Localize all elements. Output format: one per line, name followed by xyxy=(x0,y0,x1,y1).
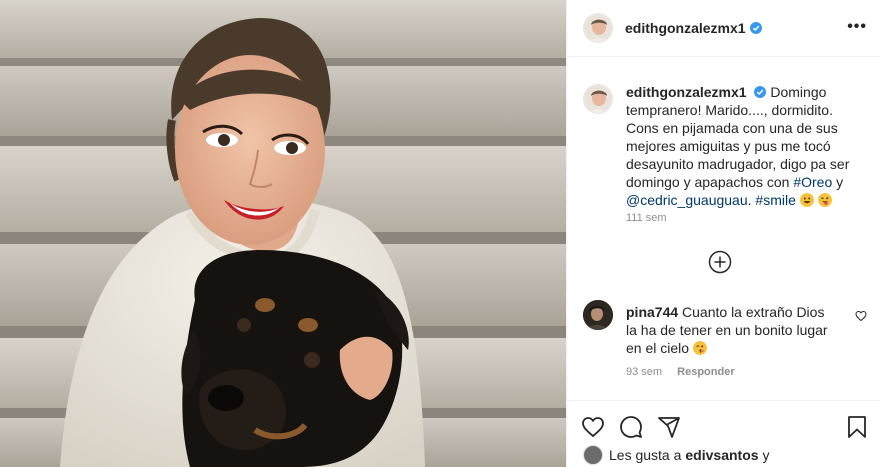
kissing-emoji-icon xyxy=(692,341,707,355)
verified-badge-icon xyxy=(749,22,762,34)
more-options-icon[interactable]: ••• xyxy=(847,18,867,36)
likes-prefix: Les gusta a xyxy=(609,447,682,463)
plus-circle-icon[interactable] xyxy=(708,250,732,274)
author-avatar[interactable] xyxy=(583,13,613,43)
post-header: edithgonzalezmx1 ••• xyxy=(567,0,880,57)
instagram-post: edithgonzalezmx1 ••• edithgonzalezmx1 Do… xyxy=(0,0,880,467)
hashtag-oreo[interactable]: #Oreo xyxy=(793,174,832,190)
caption-text: edithgonzalezmx1 Domingo tempranero! Mar… xyxy=(626,83,858,209)
reply-button[interactable]: Responder xyxy=(677,366,734,378)
post-side-panel: edithgonzalezmx1 ••• edithgonzalezmx1 Do… xyxy=(566,0,880,467)
likes-summary: Les gusta a edivsantos y xyxy=(583,445,770,465)
post-actions xyxy=(567,400,880,440)
comment-username[interactable]: pina744 xyxy=(626,304,678,320)
liker-username[interactable]: edivsantos xyxy=(685,447,758,463)
liker-avatar[interactable] xyxy=(583,445,603,465)
tongue-emoji-icon xyxy=(817,193,832,207)
mention-cedric[interactable]: @cedric_guauguau xyxy=(626,192,748,208)
likes-suffix: y xyxy=(762,447,770,463)
post-image xyxy=(0,0,566,467)
hashtag-smile[interactable]: #smile xyxy=(755,192,795,208)
comment-timestamp: 93 sem xyxy=(626,366,663,378)
comment-meta: 93 sem Responder xyxy=(626,366,735,378)
bookmark-icon[interactable] xyxy=(845,415,869,439)
comment-icon[interactable] xyxy=(619,415,643,439)
share-icon[interactable] xyxy=(657,415,681,439)
comment-heart-icon[interactable] xyxy=(855,310,867,322)
author-username[interactable]: edithgonzalezmx1 xyxy=(625,20,746,36)
caption-timestamp: 111 sem xyxy=(626,212,667,224)
caption-connector: y xyxy=(832,174,844,190)
post-photo[interactable] xyxy=(0,0,566,467)
caption-username[interactable]: edithgonzalezmx1 xyxy=(626,84,747,100)
grinning-emoji-icon xyxy=(799,193,814,207)
comment-text: pina744 Cuanto la extraño Dios la ha de … xyxy=(626,303,834,357)
caption-author-avatar[interactable] xyxy=(583,84,613,114)
verified-badge-icon xyxy=(754,86,767,98)
comment-avatar[interactable] xyxy=(583,300,613,330)
heart-icon[interactable] xyxy=(581,415,605,439)
